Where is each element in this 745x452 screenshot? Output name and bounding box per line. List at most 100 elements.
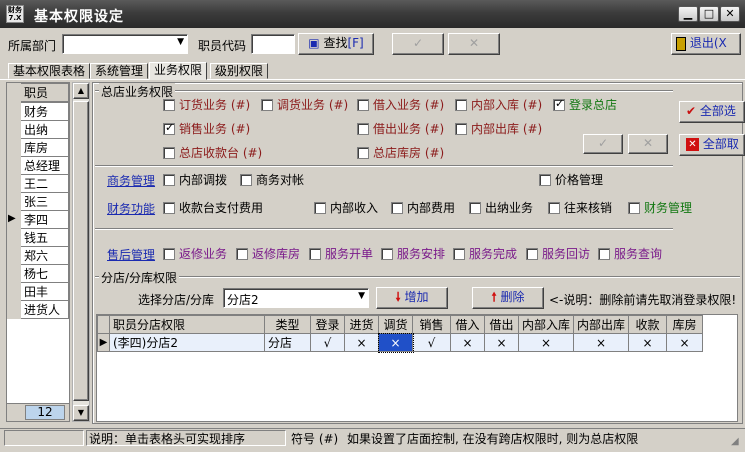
checkbox[interactable]	[548, 201, 560, 214]
checkbox[interactable]	[163, 146, 175, 159]
branch-select[interactable]: 分店2 ▼	[223, 288, 369, 308]
aftersale-permission-option[interactable]: 服务查询	[598, 246, 662, 261]
finance-permission-option[interactable]: 内部费用	[391, 200, 455, 215]
employee-row[interactable]: 王二	[7, 174, 69, 193]
add-branch-button[interactable]: 🠗 增加	[376, 287, 448, 309]
hq-permission-option[interactable]: 借入业务 (#)	[357, 97, 444, 112]
checkbox[interactable]	[391, 201, 403, 214]
employee-row[interactable]: 田丰	[7, 282, 69, 301]
aftersale-permission-option[interactable]: 服务安排	[381, 246, 445, 261]
hq-permission-option[interactable]: 内部出库 (#)	[455, 121, 542, 136]
checkbox[interactable]	[163, 247, 175, 260]
aftersale-permission-option[interactable]: 服务回访	[526, 246, 590, 261]
column-header[interactable]: 销售	[412, 315, 451, 334]
business-mgmt-link[interactable]: 商务管理	[107, 172, 155, 189]
column-header[interactable]: 进货	[344, 315, 379, 334]
finance-permission-option[interactable]: 财务管理	[628, 200, 692, 215]
column-header[interactable]: 借入	[450, 315, 485, 334]
business-permission-option[interactable]: 商务对帐	[240, 172, 304, 187]
table-cell[interactable]: √	[412, 333, 451, 352]
aftersale-permission-option[interactable]: 返修业务	[163, 246, 227, 261]
clear-all-button[interactable]: ✕ 全部取	[679, 134, 745, 156]
select-all-button[interactable]: ✔ 全部选	[679, 101, 745, 123]
minimize-button[interactable]: ▁	[678, 6, 698, 22]
maximize-button[interactable]: □	[699, 6, 719, 22]
dept-select[interactable]: ▼	[62, 34, 188, 54]
hq-confirm-button[interactable]: ✓	[583, 134, 623, 154]
column-header[interactable]: 登录	[310, 315, 345, 334]
confirm-button[interactable]: ✓	[392, 33, 444, 55]
aftersale-permission-option[interactable]: 服务完成	[453, 246, 517, 261]
table-cell[interactable]: (李四)分店2	[109, 333, 265, 352]
employee-scrollbar[interactable]: ▲ ▼	[72, 82, 90, 422]
column-header[interactable]: 调货	[378, 315, 413, 334]
table-cell[interactable]: 分店	[264, 333, 311, 352]
checkbox[interactable]	[526, 247, 538, 260]
hq-permission-option[interactable]: 总店库房 (#)	[357, 145, 444, 160]
hq-permission-option[interactable]: 总店收款台 (#)	[163, 145, 262, 160]
checkbox[interactable]	[163, 121, 175, 135]
checkbox[interactable]	[309, 247, 321, 260]
checkbox[interactable]	[553, 97, 565, 111]
delete-branch-button[interactable]: 🠕 删除	[472, 287, 544, 309]
employee-row[interactable]: 进货人	[7, 300, 69, 319]
table-cell[interactable]: ×	[666, 333, 704, 352]
table-cell[interactable]: ×	[573, 333, 630, 352]
tab-system[interactable]: 系统管理	[90, 63, 149, 79]
employee-row[interactable]: 杨七	[7, 264, 69, 283]
checkbox[interactable]	[314, 201, 326, 214]
hq-permission-option[interactable]: 调货业务 (#)	[261, 97, 348, 112]
column-header[interactable]: 内部出库	[573, 315, 630, 334]
employee-row[interactable]: 李四 ▶	[7, 210, 69, 229]
employee-row[interactable]: 库房	[7, 138, 69, 157]
exit-button[interactable]: 退出(X	[671, 33, 741, 55]
employee-row[interactable]: 总经理	[7, 156, 69, 175]
table-cell[interactable]: ×	[450, 333, 485, 352]
hq-permission-option[interactable]: 登录总店	[553, 97, 617, 112]
tab-basic-table[interactable]: 基本权限表格	[8, 63, 91, 79]
checkbox[interactable]	[357, 98, 369, 111]
finance-permission-option[interactable]: 往来核销	[548, 200, 612, 215]
table-row[interactable]: ▶ (李四)分店2 分店 √ × × √ × × × × × ×	[97, 332, 704, 353]
finance-permission-option[interactable]: 内部收入	[314, 200, 378, 215]
table-cell[interactable]: ×	[628, 333, 668, 352]
table-cell[interactable]: √	[310, 333, 345, 352]
hq-cancel-button[interactable]: ✕	[628, 134, 668, 154]
checkbox[interactable]	[381, 247, 393, 260]
checkbox[interactable]	[455, 122, 467, 135]
staff-code-input[interactable]	[251, 34, 295, 54]
hq-permission-option[interactable]: 借出业务 (#)	[357, 121, 444, 136]
table-cell[interactable]: ×	[517, 333, 575, 352]
finance-permission-option[interactable]: 收款台支付费用	[163, 200, 263, 215]
tab-level[interactable]: 级别权限	[210, 63, 269, 79]
scroll-thumb[interactable]	[73, 101, 89, 401]
checkbox[interactable]	[357, 146, 369, 159]
checkbox[interactable]	[163, 98, 175, 111]
table-cell[interactable]: ×	[484, 333, 519, 352]
checkbox[interactable]	[236, 247, 248, 260]
find-button[interactable]: ▣ 查找[F]	[298, 33, 374, 55]
finance-link[interactable]: 财务功能	[107, 200, 155, 217]
resize-grip-icon[interactable]: ◢	[731, 436, 739, 447]
business-permission-option[interactable]: 价格管理	[539, 172, 603, 187]
checkbox[interactable]	[598, 247, 610, 260]
checkbox[interactable]	[453, 247, 465, 260]
column-header[interactable]: 职员分店权限	[109, 315, 265, 334]
table-cell[interactable]: ×	[377, 332, 414, 353]
tab-business[interactable]: 业务权限	[149, 62, 208, 80]
employee-row[interactable]: 郑六	[7, 246, 69, 265]
finance-permission-option[interactable]: 出纳业务	[469, 200, 533, 215]
checkbox[interactable]	[469, 201, 481, 214]
table-cell[interactable]: ×	[344, 333, 379, 352]
employee-row[interactable]: 张三	[7, 192, 69, 211]
column-header[interactable]: 类型	[264, 315, 311, 334]
scroll-down-icon[interactable]: ▼	[73, 405, 89, 421]
aftersale-permission-option[interactable]: 服务开单	[309, 246, 373, 261]
hq-permission-option[interactable]: 销售业务 (#)	[163, 121, 250, 136]
aftersale-link[interactable]: 售后管理	[107, 246, 155, 263]
column-header[interactable]: 收款	[628, 315, 668, 334]
column-header[interactable]: 内部入库	[517, 315, 575, 334]
checkbox[interactable]	[628, 201, 640, 214]
checkbox[interactable]	[357, 122, 369, 135]
checkbox[interactable]	[455, 98, 467, 111]
